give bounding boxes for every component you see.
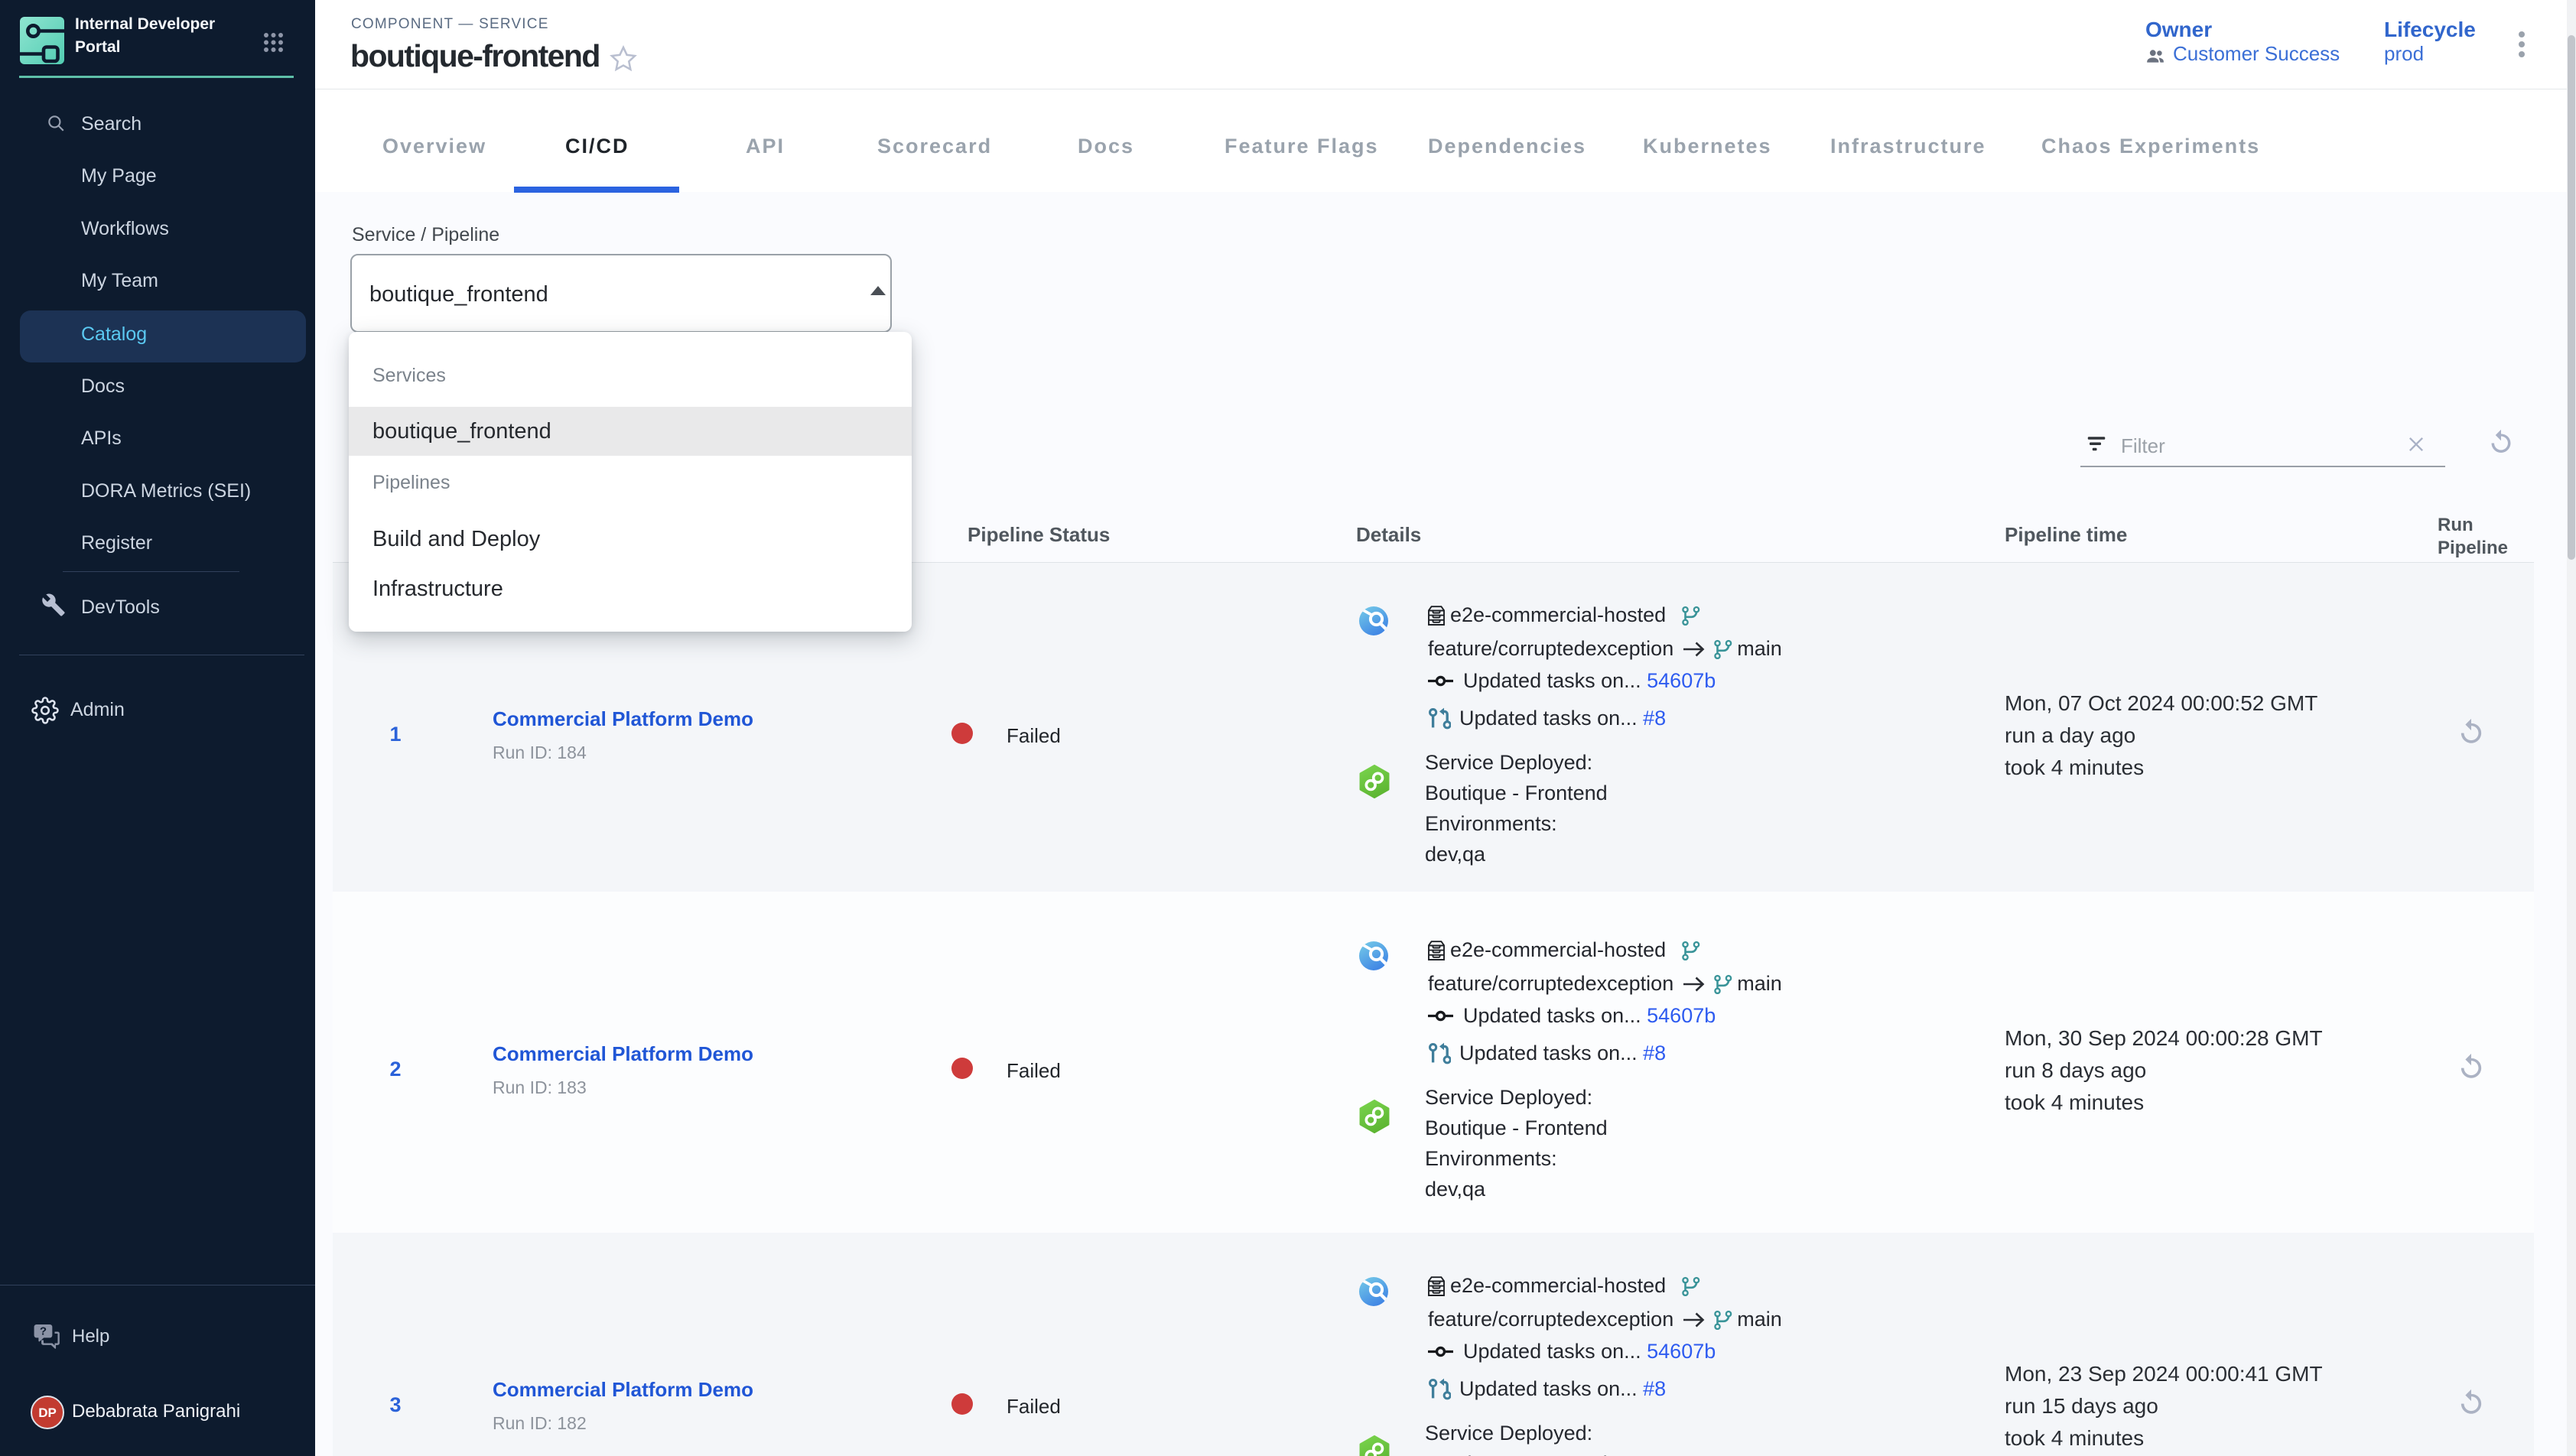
svg-text:?: ?: [40, 1324, 47, 1337]
